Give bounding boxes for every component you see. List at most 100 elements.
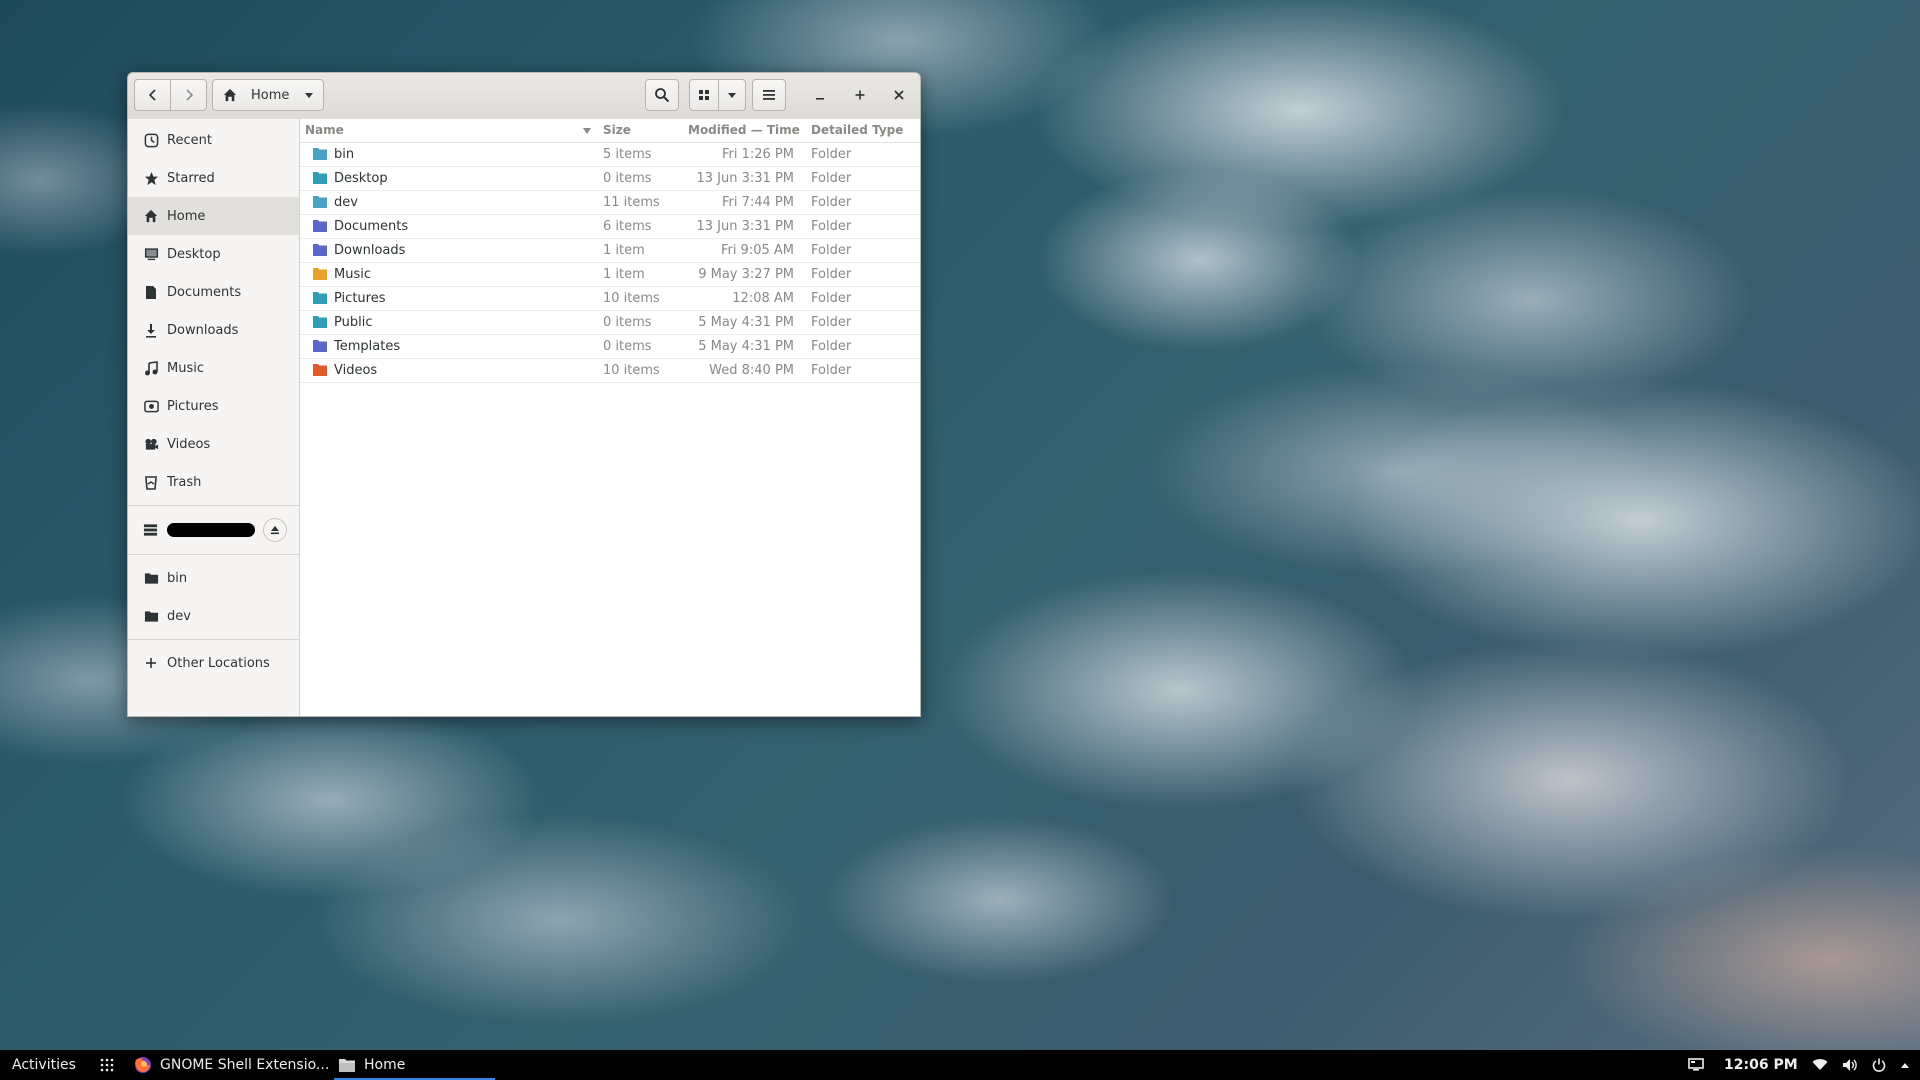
system-tray[interactable]: [1812, 1050, 1910, 1080]
sidebar-item-label: Music: [167, 360, 204, 376]
display-icon[interactable]: [1688, 1050, 1704, 1080]
sidebar-item-label: bin: [167, 570, 188, 586]
sidebar-item-documents[interactable]: Documents: [128, 273, 299, 311]
file-type: Folder: [811, 219, 852, 234]
file-name-cell: Public: [312, 314, 372, 330]
sidebar-item-trash[interactable]: Trash: [128, 463, 299, 501]
column-header-name[interactable]: Name: [305, 123, 344, 137]
sidebar-item-bookmark-dev[interactable]: dev: [128, 597, 299, 635]
file-modified: Fri 1:26 PM: [721, 147, 794, 162]
path-bar-home-button[interactable]: Home: [212, 79, 324, 111]
table-row[interactable]: Public 0 items 5 May 4:31 PM Folder: [300, 311, 920, 335]
table-row[interactable]: Desktop 0 items 13 Jun 3:31 PM Folder: [300, 167, 920, 191]
file-size: 0 items: [603, 315, 652, 330]
sort-descending-icon: [583, 128, 591, 134]
trash-icon: [143, 474, 159, 490]
sidebar-item-home[interactable]: Home: [128, 197, 299, 235]
sidebar-item-drive[interactable]: [128, 510, 299, 550]
file-modified: 13 Jun 3:31 PM: [696, 219, 795, 234]
file-size: 11 items: [603, 195, 660, 210]
redacted-drive-label: [167, 523, 255, 537]
file-name-cell: Videos: [312, 362, 377, 378]
table-row[interactable]: Videos 10 items Wed 8:40 PM Folder: [300, 359, 920, 383]
table-row[interactable]: Pictures 10 items 12:08 AM Folder: [300, 287, 920, 311]
file-name-cell: Desktop: [312, 170, 388, 186]
file-name-cell: Downloads: [312, 242, 405, 258]
file-modified: 5 May 4:31 PM: [698, 339, 794, 354]
file-name-cell: Templates: [312, 338, 400, 354]
folder-icon: [312, 194, 328, 210]
file-name: Pictures: [334, 290, 386, 306]
table-row[interactable]: bin 5 items Fri 1:26 PM Folder: [300, 143, 920, 167]
firefox-icon: [135, 1057, 151, 1073]
chevron-down-icon: [305, 93, 313, 98]
sidebar-item-videos[interactable]: Videos: [128, 425, 299, 463]
forward-button[interactable]: [170, 79, 207, 111]
search-button[interactable]: [645, 79, 679, 111]
table-row[interactable]: Downloads 1 item Fri 9:05 AM Folder: [300, 239, 920, 263]
back-button[interactable]: [134, 79, 171, 111]
sidebar-item-bookmark-bin[interactable]: bin: [128, 559, 299, 597]
file-size: 0 items: [603, 339, 652, 354]
file-name-cell: dev: [312, 194, 358, 210]
file-modified: Fri 9:05 AM: [720, 243, 794, 258]
eject-button[interactable]: [263, 518, 287, 542]
file-name: dev: [334, 194, 358, 210]
menu-button[interactable]: [752, 79, 786, 111]
sidebar-item-label: Home: [167, 208, 206, 224]
sidebar-item-pictures[interactable]: Pictures: [128, 387, 299, 425]
column-header-modified[interactable]: Modified — Time: [688, 123, 800, 137]
music-icon: [143, 360, 159, 376]
taskbar: Activities GNOME Shell Extensio... Home …: [0, 1050, 1920, 1080]
file-size: 1 item: [603, 267, 645, 282]
view-options-button[interactable]: [718, 79, 746, 111]
star-icon: [143, 170, 159, 186]
table-row[interactable]: dev 11 items Fri 7:44 PM Folder: [300, 191, 920, 215]
close-button[interactable]: [887, 83, 911, 107]
sidebar-item-label: Trash: [167, 474, 202, 490]
taskbar-item-files[interactable]: Home: [333, 1050, 496, 1080]
sidebar-item-starred[interactable]: Starred: [128, 159, 299, 197]
file-size: 10 items: [603, 363, 660, 378]
file-type: Folder: [811, 147, 852, 162]
column-headers: Name Size Modified — Time Detailed Type: [300, 119, 920, 143]
wifi-icon: [1812, 1059, 1828, 1071]
folder-public-icon: [312, 314, 328, 330]
sidebar-item-downloads[interactable]: Downloads: [128, 311, 299, 349]
file-modified: Fri 7:44 PM: [721, 195, 794, 210]
sidebar-separator: [128, 554, 299, 555]
file-type: Folder: [811, 363, 852, 378]
minimize-button[interactable]: [808, 83, 832, 107]
volume-icon: [1842, 1058, 1858, 1072]
file-name: Downloads: [334, 242, 406, 258]
sidebar-item-music[interactable]: Music: [128, 349, 299, 387]
file-type: Folder: [811, 195, 852, 210]
column-header-size[interactable]: Size: [603, 123, 631, 137]
file-name: Templates: [334, 338, 401, 354]
file-name-cell: bin: [312, 146, 354, 162]
sidebar-item-recent[interactable]: Recent: [128, 121, 299, 159]
table-row[interactable]: Documents 6 items 13 Jun 3:31 PM Folder: [300, 215, 920, 239]
activities-button[interactable]: Activities: [12, 1050, 76, 1080]
header-bar: Home: [128, 73, 920, 120]
sidebar-item-label: Other Locations: [167, 655, 270, 671]
file-list-view: Name Size Modified — Time Detailed Type …: [300, 119, 920, 716]
maximize-button[interactable]: [848, 83, 872, 107]
apps-grid-icon[interactable]: [100, 1050, 114, 1080]
camera-icon: [143, 398, 159, 414]
sidebar-item-other-locations[interactable]: Other Locations: [128, 644, 299, 682]
clock-icon: [143, 132, 159, 148]
column-header-type[interactable]: Detailed Type: [811, 123, 903, 137]
sidebar-item-desktop[interactable]: Desktop: [128, 235, 299, 273]
table-row[interactable]: Music 1 item 9 May 3:27 PM Folder: [300, 263, 920, 287]
minimize-icon: [816, 98, 824, 100]
clock[interactable]: 12:06 PM: [1724, 1050, 1798, 1080]
file-name: bin: [334, 146, 355, 162]
table-row[interactable]: Templates 0 items 5 May 4:31 PM Folder: [300, 335, 920, 359]
taskbar-item-firefox[interactable]: GNOME Shell Extensio...: [134, 1050, 329, 1080]
folder-icon: [143, 570, 159, 586]
file-size: 10 items: [603, 291, 660, 306]
taskbar-item-label: GNOME Shell Extensio...: [160, 1057, 330, 1073]
file-name-cell: Pictures: [312, 290, 385, 306]
view-toggle-button[interactable]: [689, 79, 719, 111]
